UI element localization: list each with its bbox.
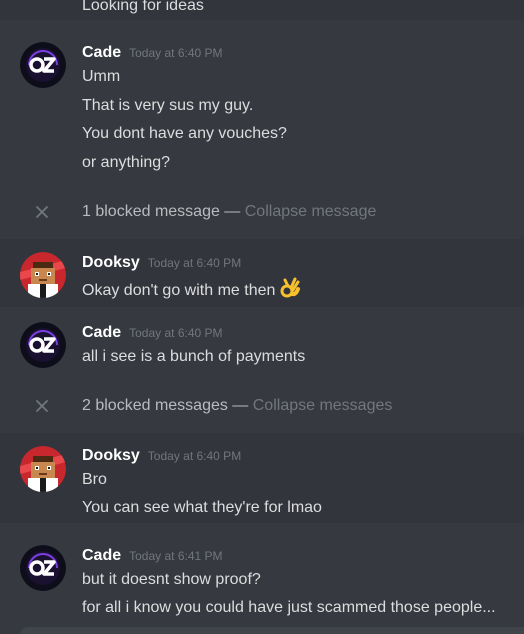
message-line: Umm xyxy=(82,68,121,85)
avatar[interactable] xyxy=(20,42,66,88)
message-line: Looking for ideas xyxy=(82,0,204,14)
blocked-count: 1 blocked message xyxy=(82,203,220,220)
ok-hand-emoji-icon xyxy=(280,277,301,298)
cade-avatar-logo-icon xyxy=(20,545,66,591)
timestamp[interactable]: Today at 6:40 PM xyxy=(148,256,241,270)
cade-avatar-logo-icon xyxy=(20,42,66,88)
dooksy-avatar-character-icon xyxy=(20,446,66,492)
message-line: all i see is a bunch of payments xyxy=(82,348,306,365)
blocked-count: 2 blocked messages xyxy=(82,397,228,414)
username[interactable]: Cade xyxy=(82,44,121,61)
username[interactable]: Cade xyxy=(82,547,121,564)
blocked-separator: — xyxy=(227,397,253,414)
timestamp[interactable]: Today at 6:40 PM xyxy=(129,46,222,60)
timestamp[interactable]: Today at 6:40 PM xyxy=(129,326,222,340)
chat-messages: Looking for ideas Cade Today at 6:40 PM U… xyxy=(0,0,524,634)
timestamp[interactable]: Today at 6:40 PM xyxy=(148,449,241,463)
avatar[interactable] xyxy=(20,545,66,591)
message-input-box[interactable] xyxy=(20,627,524,634)
blocked-message-label: 1 blocked message — Collapse message xyxy=(82,202,376,222)
cade-avatar-logo-icon xyxy=(20,322,66,368)
avatar[interactable] xyxy=(20,446,66,492)
message-line: You can see what they're for lmao xyxy=(82,499,322,516)
username[interactable]: Dooksy xyxy=(82,447,140,464)
username[interactable]: Cade xyxy=(82,324,121,341)
timestamp[interactable]: Today at 6:41 PM xyxy=(129,549,222,563)
collapse-messages-link[interactable]: Collapse messages xyxy=(253,397,393,414)
message-text: Okay don't go with me then xyxy=(82,282,276,299)
message-header: Cade Today at 6:41 PM xyxy=(82,546,223,566)
message-line: That is very sus my guy. xyxy=(82,97,254,114)
blocked-separator: — xyxy=(219,203,245,220)
blocked-message-label: 2 blocked messages — Collapse messages xyxy=(82,396,392,416)
message-line: Bro xyxy=(82,471,107,488)
close-icon[interactable] xyxy=(34,204,50,220)
message-line: Okay don't go with me then xyxy=(82,277,301,301)
message-header: Cade Today at 6:40 PM xyxy=(82,323,223,343)
avatar[interactable] xyxy=(20,252,66,298)
message-line: or anything? xyxy=(82,154,171,171)
close-icon[interactable] xyxy=(34,398,50,414)
blocked-message-bar[interactable]: 2 blocked messages — Collapse messages xyxy=(0,395,524,419)
dooksy-avatar-character-icon xyxy=(20,252,66,298)
message-group-previous xyxy=(0,0,524,20)
username[interactable]: Dooksy xyxy=(82,254,140,271)
message-line: for all i know you could have just scamm… xyxy=(82,599,496,616)
message-line: but it doesnt show proof? xyxy=(82,571,261,588)
collapse-message-link[interactable]: Collapse message xyxy=(245,203,377,220)
avatar[interactable] xyxy=(20,322,66,368)
blocked-message-bar[interactable]: 1 blocked message — Collapse message xyxy=(0,201,524,225)
message-header: Dooksy Today at 6:40 PM xyxy=(82,253,241,273)
message-header: Dooksy Today at 6:40 PM xyxy=(82,446,241,466)
message-header: Cade Today at 6:40 PM xyxy=(82,43,223,63)
message-line: You dont have any vouches? xyxy=(82,125,287,142)
